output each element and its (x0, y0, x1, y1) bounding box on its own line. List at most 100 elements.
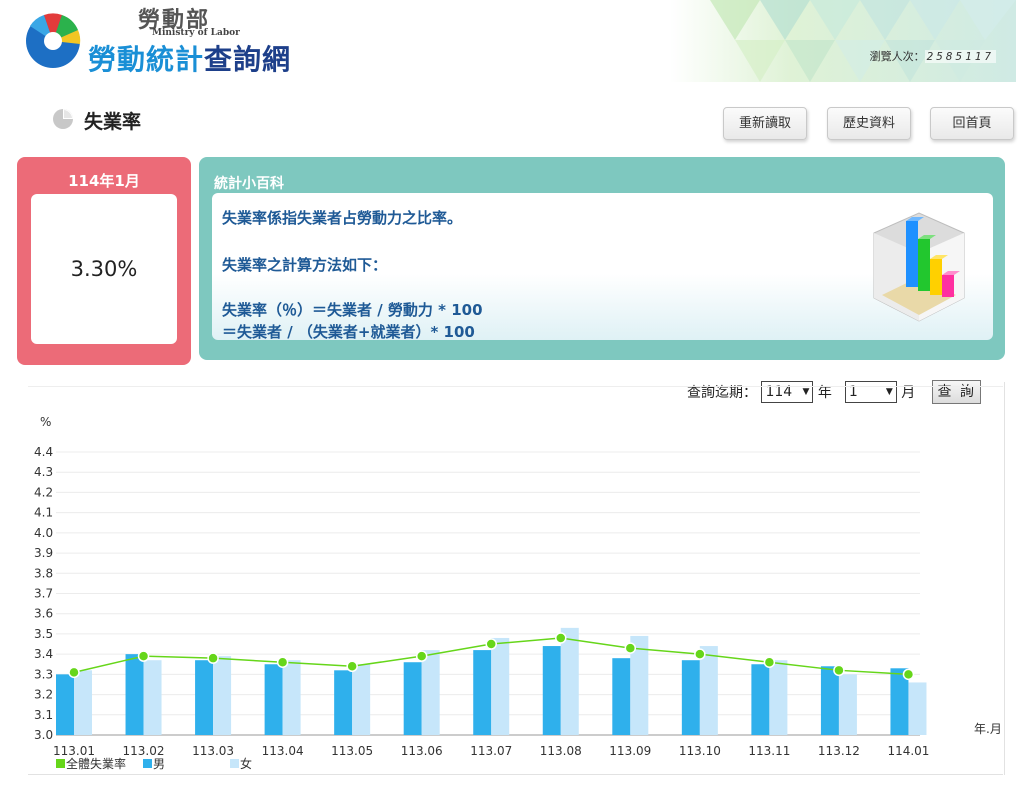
chevron-down-icon: ▼ (885, 387, 893, 397)
info-card: 統計小百科 失業率係指失業者占勞動力之比率。 失業率之計算方法如下： 失業率（％… (199, 157, 1005, 360)
y-tick-label: 3.0 (34, 728, 53, 742)
history-button[interactable]: 歷史資料 (827, 107, 911, 140)
site-name[interactable]: 勞動統計查詢網 (88, 38, 291, 78)
bar-female (560, 627, 579, 735)
bar-female (421, 650, 440, 735)
x-tick-label: 114.01 (887, 744, 929, 758)
y-tick-label: 3.5 (34, 627, 53, 641)
chart-top-border (28, 386, 1003, 387)
ministry-logo-icon (26, 13, 81, 68)
visitor-count: 2585117 (924, 50, 996, 63)
x-tick-label: 113.06 (401, 744, 443, 758)
bar-male (681, 660, 700, 735)
y-tick-label: 3.9 (34, 546, 53, 560)
legend-label-male: 男 (153, 757, 165, 771)
bar-male (473, 650, 492, 735)
total-rate-point (346, 660, 358, 673)
legend-swatch-female (230, 759, 239, 768)
year-unit: 年 (817, 385, 832, 401)
legend-label-total: 全體失業率 (66, 756, 126, 771)
bar-male (612, 658, 631, 735)
site-header: 勞動部 Ministry of Labor 勞動統計查詢網 瀏覽人次： 25851… (0, 0, 1024, 88)
y-tick-label: 4.4 (34, 445, 53, 459)
title-row: 失業率 重新讀取 歷史資料 回首頁 (0, 100, 1024, 144)
x-tick-label: 113.07 (470, 744, 512, 758)
y-tick-label: 3.1 (34, 708, 53, 722)
bar-female (838, 674, 857, 735)
info-formula-2: ＝失業者 / （失業者+就業者）* 100 (222, 323, 475, 341)
total-rate-point (902, 668, 915, 681)
x-tick-label: 113.05 (331, 744, 373, 758)
bar-male (820, 666, 839, 735)
bar-male (751, 664, 770, 735)
x-tick-label: 113.10 (679, 744, 721, 758)
bar-male (125, 654, 144, 735)
bar-female (352, 664, 371, 735)
total-rate-point (207, 652, 219, 664)
bar-female (282, 660, 301, 735)
info-body: 失業率係指失業者占勞動力之比率。 失業率之計算方法如下： 失業率（％）＝失業者 … (212, 193, 993, 341)
bar-male (264, 664, 283, 735)
x-tick-label: 113.09 (609, 744, 651, 758)
total-rate-point (68, 666, 80, 679)
info-formula-1: 失業率（％）＝失業者 / 勞動力 * 100 (222, 301, 483, 319)
y-tick-label: 4.0 (34, 526, 53, 540)
bar-female (491, 637, 510, 735)
x-tick-label: 113.03 (192, 744, 234, 758)
home-button[interactable]: 回首頁 (930, 107, 1014, 140)
y-tick-label: 3.6 (34, 607, 53, 621)
bar-male (542, 646, 561, 735)
chevron-down-icon: ▼ (802, 387, 810, 397)
bar-female (699, 646, 718, 735)
bar-female (213, 656, 232, 735)
y-tick-label: 4.2 (34, 485, 53, 499)
x-tick-label: 113.01 (53, 744, 95, 758)
month-unit: 月 (901, 385, 916, 401)
query-label: 查詢迄期： (687, 385, 757, 401)
bar-female (769, 660, 788, 735)
total-rate-point (555, 632, 567, 644)
page-title: 失業率 (84, 111, 142, 133)
bar-male (56, 674, 74, 735)
x-tick-label: 113.08 (540, 744, 582, 758)
y-axis-label: % (40, 415, 51, 429)
x-tick-label: 113.11 (748, 744, 790, 758)
bar-male (334, 670, 353, 735)
total-rate-point (415, 650, 428, 662)
info-definition: 失業率係指失業者占勞動力之比率。 (222, 209, 463, 227)
y-tick-label: 3.2 (34, 688, 53, 702)
y-tick-label: 4.1 (34, 506, 53, 520)
legend-swatch-total (56, 759, 65, 768)
bar-female (74, 670, 92, 735)
y-tick-label: 4.3 (34, 465, 53, 479)
info-method-heading: 失業率之計算方法如下： (222, 256, 388, 274)
header-banner (670, 0, 1016, 82)
rate-period: 114年1月 (68, 172, 140, 190)
site-name-part-b: 查詢網 (204, 43, 292, 76)
y-tick-label: 3.3 (34, 667, 53, 681)
total-rate-point (276, 656, 289, 668)
total-rate-point (833, 664, 845, 677)
total-rate-point (485, 638, 497, 650)
rate-value: 3.30% (31, 194, 177, 344)
bar-female (143, 660, 162, 735)
total-rate-point (694, 648, 706, 660)
legend-label-female: 女 (240, 756, 252, 771)
visitor-label: 瀏覽人次： (869, 50, 925, 63)
x-tick-label: 113.02 (123, 744, 165, 758)
x-tick-label: 113.04 (262, 744, 304, 758)
bar-female (908, 682, 927, 735)
bar-male (195, 660, 214, 735)
pie-chart-icon (53, 109, 73, 129)
ministry-name-en: Ministry of Labor (152, 28, 240, 38)
x-axis-label: 年.月 (974, 722, 1002, 736)
unemployment-chart: % 3.0 3.1 3.2 3.3 3.4 3.5 3.6 3.7 3.8 3.9 4.0 4.1 4.2… (34, 415, 1002, 771)
reload-button[interactable]: 重新讀取 (723, 107, 807, 140)
info-title: 統計小百科 (214, 176, 284, 192)
bar-male (403, 662, 422, 735)
total-rate-point (763, 656, 776, 668)
x-tick-label: 113.12 (818, 744, 860, 758)
legend-swatch-male (143, 759, 152, 768)
3d-bar-chart-icon (873, 212, 965, 322)
y-tick-label: 3.4 (34, 647, 53, 661)
